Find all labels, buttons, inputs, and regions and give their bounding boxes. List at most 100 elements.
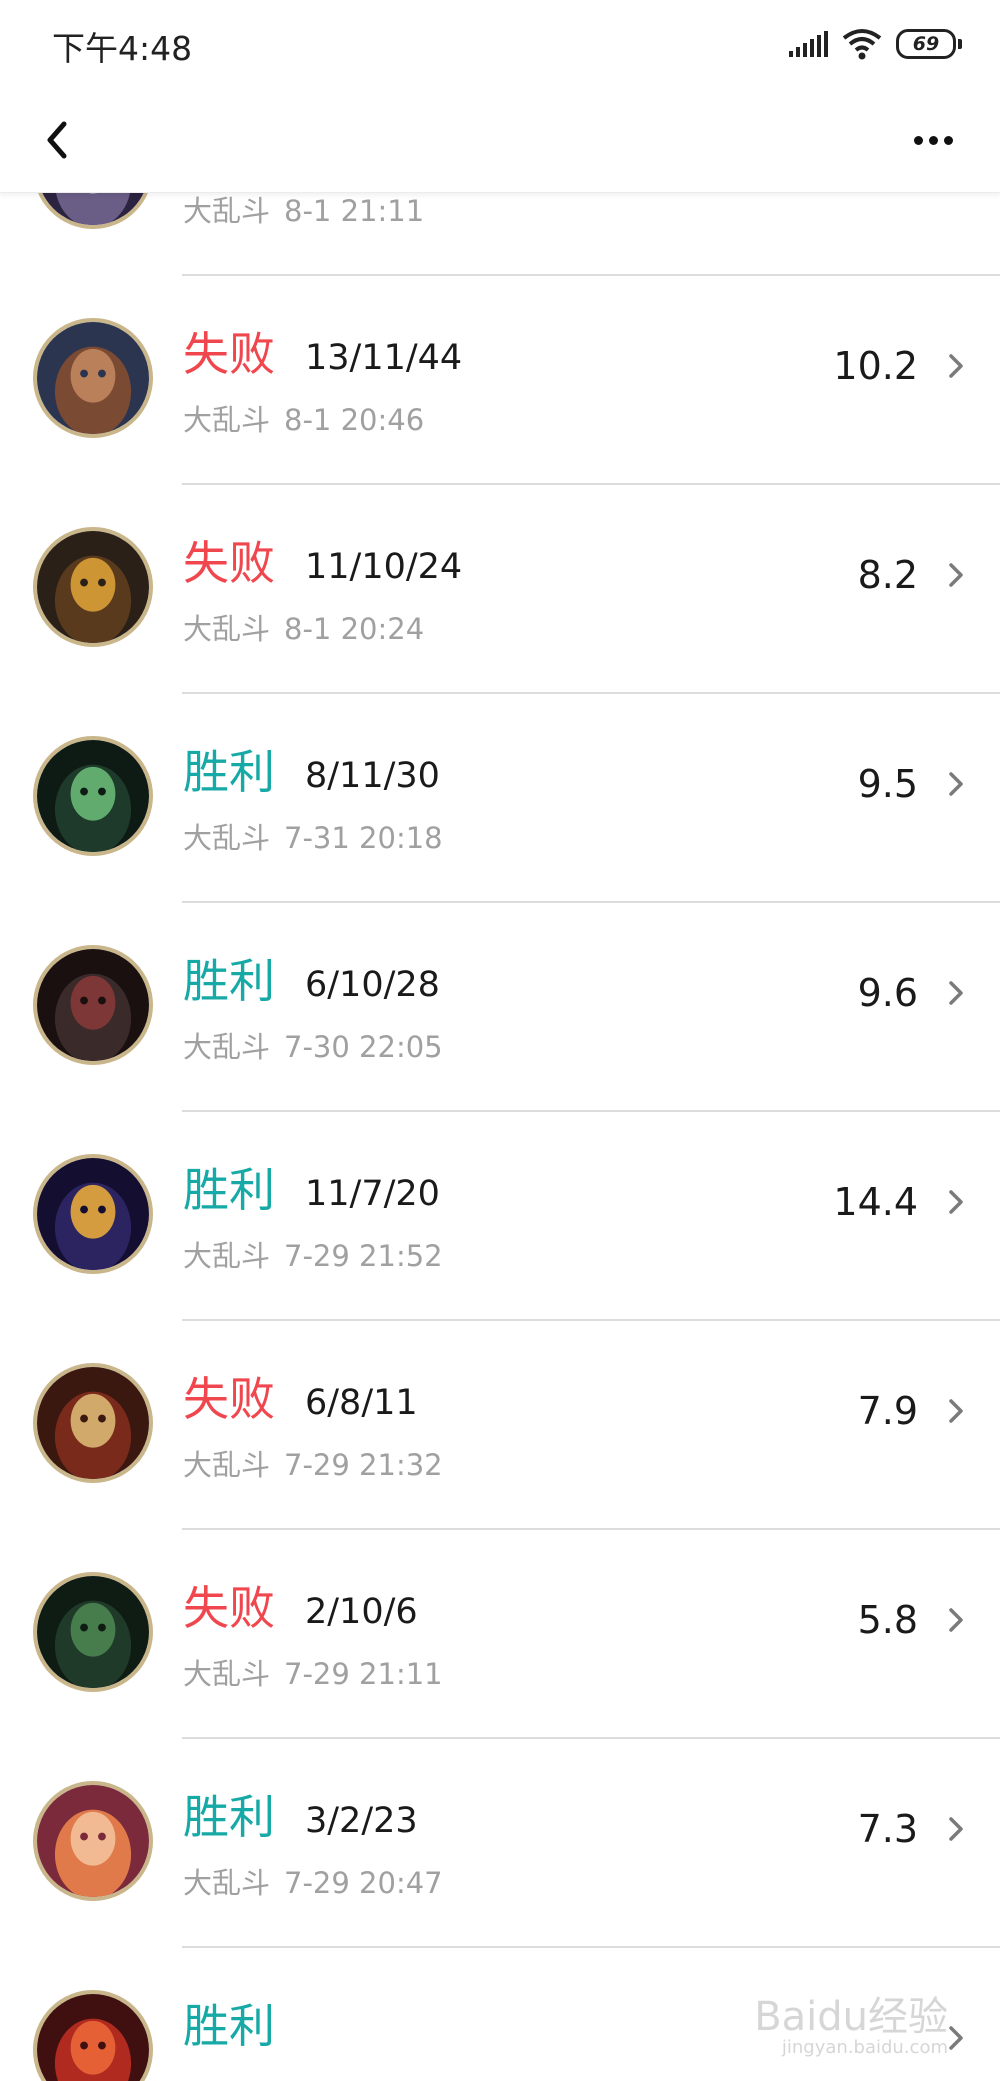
match-score: 9.5	[857, 762, 918, 806]
match-kda: 6/8/11	[305, 1383, 418, 1423]
match-time: 8-1 20:24	[284, 612, 425, 646]
champion-avatar	[33, 1781, 153, 1901]
match-mode: 大乱斗	[183, 612, 271, 646]
match-score: 14.4	[833, 1180, 918, 1224]
match-row[interactable]: 失败 2/10/6 大乱斗 7-29 21:11 5.8	[0, 1530, 1000, 1739]
match-mode: 大乱斗	[183, 1030, 271, 1064]
chevron-right-icon	[949, 1817, 963, 1841]
match-result: 胜利	[183, 1790, 275, 1844]
champion-avatar	[33, 192, 153, 229]
champion-avatar	[33, 1154, 153, 1274]
match-result: 胜利	[183, 1999, 275, 2053]
chevron-left-icon	[47, 121, 67, 159]
match-meta: 大乱斗 7-30 22:05	[183, 1030, 443, 1064]
chevron-right-icon	[949, 772, 963, 796]
battery-level: 69	[912, 33, 940, 55]
champion-portrait-icon	[37, 1785, 149, 1897]
match-mode: 大乱斗	[183, 1866, 271, 1900]
match-time: 8-1 21:11	[284, 194, 425, 228]
match-result: 胜利	[183, 745, 275, 799]
match-result: 胜利	[183, 1163, 275, 1217]
champion-avatar	[33, 945, 153, 1065]
match-score: 5.8	[857, 1598, 918, 1642]
match-row[interactable]: 失败 11/10/24 大乱斗 8-1 20:24 8.2	[0, 485, 1000, 694]
match-row[interactable]: 胜利 11/7/20 大乱斗 7-29 21:52 14.4	[0, 1112, 1000, 1321]
chevron-right-icon	[949, 981, 963, 1005]
chevron-right-icon	[949, 563, 963, 587]
champion-portrait-icon	[37, 1576, 149, 1688]
match-score: 8.2	[857, 553, 918, 597]
match-meta: 大乱斗 7-31 20:18	[183, 821, 443, 855]
match-time: 7-29 21:52	[284, 1239, 443, 1273]
match-kda: 8/11/30	[305, 756, 440, 796]
match-meta: 大乱斗 7-29 21:52	[183, 1239, 443, 1273]
battery-cap	[958, 39, 962, 49]
match-row[interactable]: 胜利 6/10/28 大乱斗 7-30 22:05 9.6	[0, 903, 1000, 1112]
match-row[interactable]: 胜利 8/11/30 大乱斗 7-31 20:18 9.5	[0, 694, 1000, 903]
match-time: 7-30 22:05	[284, 1030, 443, 1064]
match-result: 失败	[183, 1581, 275, 1635]
match-mode: 大乱斗	[183, 821, 271, 855]
nav-bar	[0, 90, 1000, 193]
champion-avatar	[33, 527, 153, 647]
match-score: 9.6	[857, 971, 918, 1015]
match-meta: 大乱斗 7-29 21:11	[183, 1657, 443, 1691]
match-score: 7.9	[857, 1389, 918, 1433]
chevron-right-icon	[949, 1608, 963, 1632]
match-row[interactable]: 失败 13/11/44 大乱斗 8-1 20:46 10.2	[0, 276, 1000, 485]
match-time: 7-29 21:11	[284, 1657, 443, 1691]
match-mode: 大乱斗	[183, 1448, 271, 1482]
chevron-right-icon	[949, 1399, 963, 1423]
match-kda: 13/11/44	[305, 338, 463, 378]
champion-avatar	[33, 318, 153, 438]
match-row[interactable]: 失败 6/8/11 大乱斗 7-29 21:32 7.9	[0, 1321, 1000, 1530]
match-meta	[183, 2075, 197, 2081]
match-result: 胜利	[183, 954, 275, 1008]
more-dot	[943, 135, 953, 145]
more-dot	[928, 135, 938, 145]
watermark-brand: Baidu经验	[754, 1994, 948, 2040]
match-meta: 大乱斗 7-29 20:47	[183, 1866, 443, 1900]
champion-portrait-icon	[37, 322, 149, 434]
status-bar: 下午4:48 69	[0, 0, 1000, 90]
match-kda: 3/2/23	[305, 1801, 418, 1841]
champion-avatar	[33, 1990, 153, 2081]
status-time: 下午4:48	[52, 29, 193, 68]
back-button[interactable]	[30, 110, 90, 170]
match-history-list[interactable]: 失败 5/7/13 大乱斗8-1 21:11 7.5 失败 13/11/44	[0, 192, 1000, 2081]
champion-portrait-icon	[37, 1994, 149, 2081]
match-meta: 大乱斗 8-1 20:24	[183, 612, 424, 646]
chevron-right-icon	[949, 1190, 963, 1214]
match-kda: 6/10/28	[305, 965, 440, 1005]
champion-portrait-icon	[37, 1158, 149, 1270]
more-button[interactable]	[898, 120, 968, 160]
match-score: 10.2	[833, 344, 918, 388]
match-mode: 大乱斗	[183, 1657, 271, 1691]
match-result: 失败	[183, 1372, 275, 1426]
battery-icon: 69	[896, 29, 956, 59]
match-mode: 大乱斗	[183, 403, 271, 437]
match-time: 8-1 20:46	[284, 403, 425, 437]
signal-icon	[789, 31, 828, 57]
match-row[interactable]: 失败 5/7/13 大乱斗8-1 21:11 7.5	[0, 192, 1000, 276]
champion-portrait-icon	[37, 740, 149, 852]
match-meta: 大乱斗 8-1 21:11	[183, 194, 424, 228]
match-time: 7-29 21:32	[284, 1448, 443, 1482]
champion-portrait-icon	[37, 531, 149, 643]
match-list: 失败 5/7/13 大乱斗8-1 21:11 7.5 失败 13/11/44	[0, 192, 1000, 2081]
match-result: 失败	[183, 327, 275, 381]
wifi-icon	[842, 29, 882, 60]
match-kda: 11/7/20	[305, 1174, 440, 1214]
champion-avatar	[33, 1363, 153, 1483]
champion-portrait-icon	[37, 949, 149, 1061]
watermark-url: jingyan.baidu.com	[781, 2037, 948, 2058]
match-meta: 大乱斗 7-29 21:32	[183, 1448, 443, 1482]
match-kda: 2/10/6	[305, 1592, 418, 1632]
champion-portrait-icon	[37, 1367, 149, 1479]
champion-portrait-icon	[37, 192, 149, 225]
match-time: 7-31 20:18	[284, 821, 443, 855]
match-result: 失败	[183, 536, 275, 590]
match-meta: 大乱斗 8-1 20:46	[183, 403, 424, 437]
match-row[interactable]: 胜利 3/2/23 大乱斗 7-29 20:47 7.3	[0, 1739, 1000, 1948]
champion-avatar	[33, 736, 153, 856]
